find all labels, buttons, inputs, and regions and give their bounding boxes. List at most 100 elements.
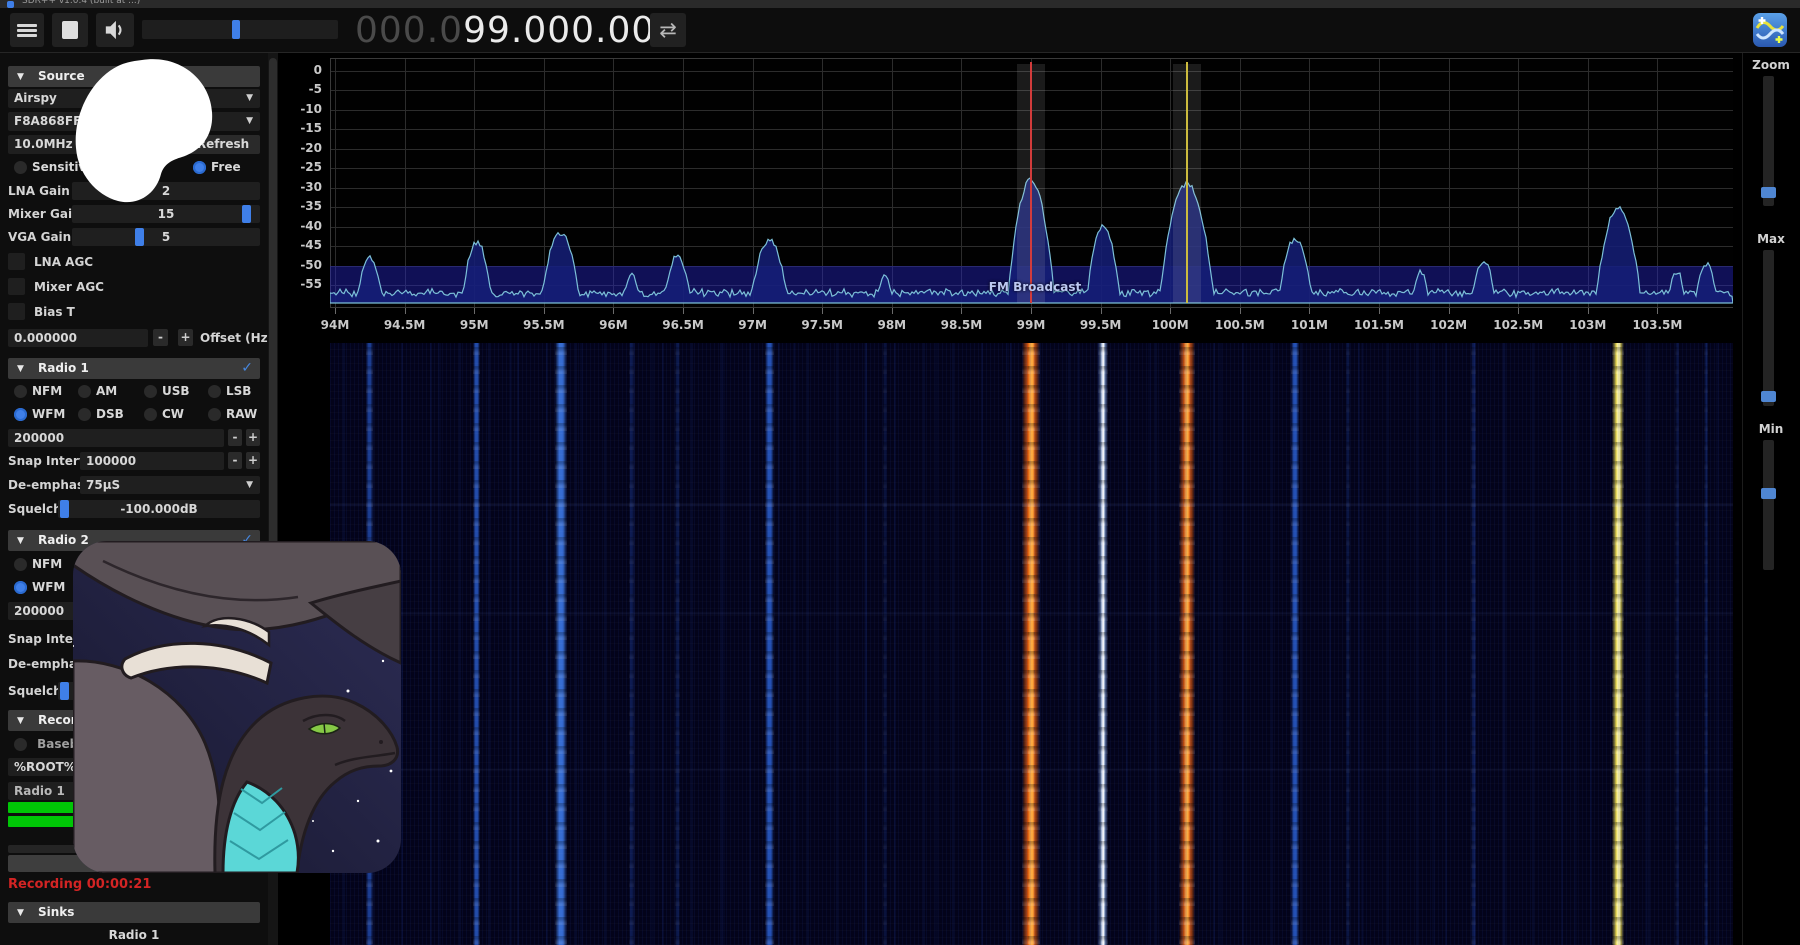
volume-slider[interactable] [142, 20, 338, 39]
min-slider[interactable] [1763, 440, 1774, 570]
checkbox-mixer-agc[interactable] [8, 278, 25, 295]
freq-tick [474, 308, 475, 314]
menu-button[interactable] [10, 13, 44, 47]
radio1-header[interactable]: ▼ Radio 1 ✓ [8, 358, 260, 379]
freq-tick [1449, 308, 1450, 314]
freq-tick [822, 308, 823, 314]
sink-stream-label: Radio 1 [0, 928, 268, 942]
window-titlebar: SDR++ v1.0.4 (built at ...) [0, 0, 1800, 8]
waterfall-streak [1704, 343, 1708, 945]
freq-tick-label: 99M [1017, 318, 1046, 332]
sdrpp-logo-icon[interactable] [1753, 13, 1787, 47]
tuning-mode-button[interactable]: ⇄ [650, 13, 686, 47]
slider-value: 15 [72, 207, 260, 221]
radio1-bw-minus-button[interactable]: - [228, 429, 242, 446]
waterfall-streak [1346, 343, 1350, 945]
frequency-digits[interactable]: 99.000.000 [463, 10, 679, 51]
waterfall-streak [1291, 343, 1299, 945]
slider-handle[interactable] [135, 228, 144, 246]
stop-button[interactable] [52, 13, 88, 47]
radio1-mode-usb[interactable]: USB [144, 383, 190, 398]
gain-label-2: VGA Gain [8, 230, 71, 244]
max-slider-handle[interactable] [1761, 391, 1776, 402]
vfo-line-radio-2[interactable] [1186, 62, 1188, 303]
waterfall[interactable] [330, 343, 1733, 945]
zoom-slider-handle[interactable] [1761, 187, 1776, 198]
radio1-mode-cw[interactable]: CW [144, 406, 184, 421]
radio1-mode-lsb[interactable]: LSB [208, 383, 251, 398]
radio1-snap-input[interactable]: 100000 [80, 452, 224, 470]
gain-label-0: LNA Gain [8, 184, 70, 198]
min-slider-handle[interactable] [1761, 488, 1776, 499]
radio2-mode-wfm[interactable]: WFM [14, 579, 65, 594]
checkbox-label: LNA AGC [34, 255, 93, 269]
freq-tick [1240, 308, 1241, 314]
db-tick-label: -15 [286, 121, 322, 135]
freq-tick [1518, 308, 1519, 314]
freq-tick-label: 95.5M [523, 318, 565, 332]
radio1-mode-nfm[interactable]: NFM [14, 383, 62, 398]
volume-mute-button[interactable] [96, 13, 134, 47]
vfo-line-radio-1[interactable] [1030, 62, 1032, 303]
db-tick-label: -40 [286, 219, 322, 233]
waterfall-streak [765, 343, 774, 945]
radio1-snap-plus-button[interactable]: + [246, 452, 260, 469]
checkbox-lna-agc[interactable] [8, 253, 25, 270]
sinks-header[interactable]: ▼ Sinks [8, 902, 260, 923]
db-tick-label: -20 [286, 141, 322, 155]
offset-minus-button[interactable]: - [153, 329, 168, 346]
freq-tick-label: 102.5M [1493, 318, 1543, 332]
offset-label: Offset (Hz) [200, 331, 273, 345]
radio-dot [14, 161, 27, 174]
radio2-mode-nfm[interactable]: NFM [14, 556, 62, 571]
squelch-slider-handle[interactable] [60, 500, 69, 518]
radio-dot [14, 408, 27, 421]
sdrpp-window: SDR++ v1.0.4 (built at ...) 000.099.000.… [0, 0, 1800, 945]
squelch-slider-handle[interactable] [60, 682, 69, 700]
squelch-label: Squelch [8, 502, 62, 516]
freq-tick-label: 97.5M [801, 318, 843, 332]
frequency-display[interactable]: 000.099.000.000 [355, 8, 679, 53]
freq-tick [683, 308, 684, 314]
radio1-mode-dsb[interactable]: DSB [78, 406, 124, 421]
enabled-check-icon[interactable]: ✓ [241, 358, 253, 379]
max-slider[interactable] [1763, 250, 1774, 406]
chevron-down-icon: ▼ [246, 89, 253, 108]
radio1-squelch-slider[interactable]: -100.000dB [58, 500, 260, 518]
offset-input[interactable]: 0.000000 [8, 329, 148, 347]
offset-plus-button[interactable]: + [178, 329, 193, 346]
radio1-bw-plus-button[interactable]: + [246, 429, 260, 446]
radio1-mode-wfm[interactable]: WFM [14, 406, 65, 421]
freq-tick [1101, 308, 1102, 314]
vga-gain-slider[interactable]: 5 [72, 228, 260, 246]
waterfall-streak [1675, 343, 1679, 945]
freq-tick [1588, 308, 1589, 314]
waterfall-streak [555, 343, 567, 945]
radio1-deemphasis-select[interactable]: 75µS ▼ [80, 476, 260, 494]
slider-value: 5 [72, 230, 260, 244]
fft-plot[interactable]: FM Broadcast [330, 58, 1733, 308]
freq-tick-label: 101M [1291, 318, 1328, 332]
checkbox-bias-t[interactable] [8, 303, 25, 320]
radio1-bandwidth-input[interactable]: 200000 [8, 429, 224, 447]
chevron-down-icon: ▼ [246, 476, 253, 495]
slider-handle[interactable] [242, 205, 251, 223]
db-tick-label: 0 [286, 63, 322, 77]
freq-tick-label: 95M [460, 318, 489, 332]
freq-tick-label: 94.5M [384, 318, 426, 332]
radio1-mode-am[interactable]: AM [78, 383, 117, 398]
mixer-gain-slider[interactable]: 15 [72, 205, 260, 223]
collapse-icon: ▼ [17, 67, 24, 88]
volume-slider-handle[interactable] [232, 20, 240, 39]
radio1-mode-raw[interactable]: RAW [208, 406, 257, 421]
radio-dot [208, 408, 221, 421]
freq-tick [961, 308, 962, 314]
panel-divider [1742, 53, 1743, 945]
checkbox-label: Bias T [34, 305, 75, 319]
waterfall-streak [1101, 343, 1105, 945]
frequency-dim-digits[interactable]: 000.0 [355, 10, 463, 51]
db-tick-label: -55 [286, 277, 322, 291]
db-tick-label: -10 [286, 102, 322, 116]
freq-tick-label: 98M [877, 318, 906, 332]
radio1-snap-minus-button[interactable]: - [228, 452, 242, 469]
